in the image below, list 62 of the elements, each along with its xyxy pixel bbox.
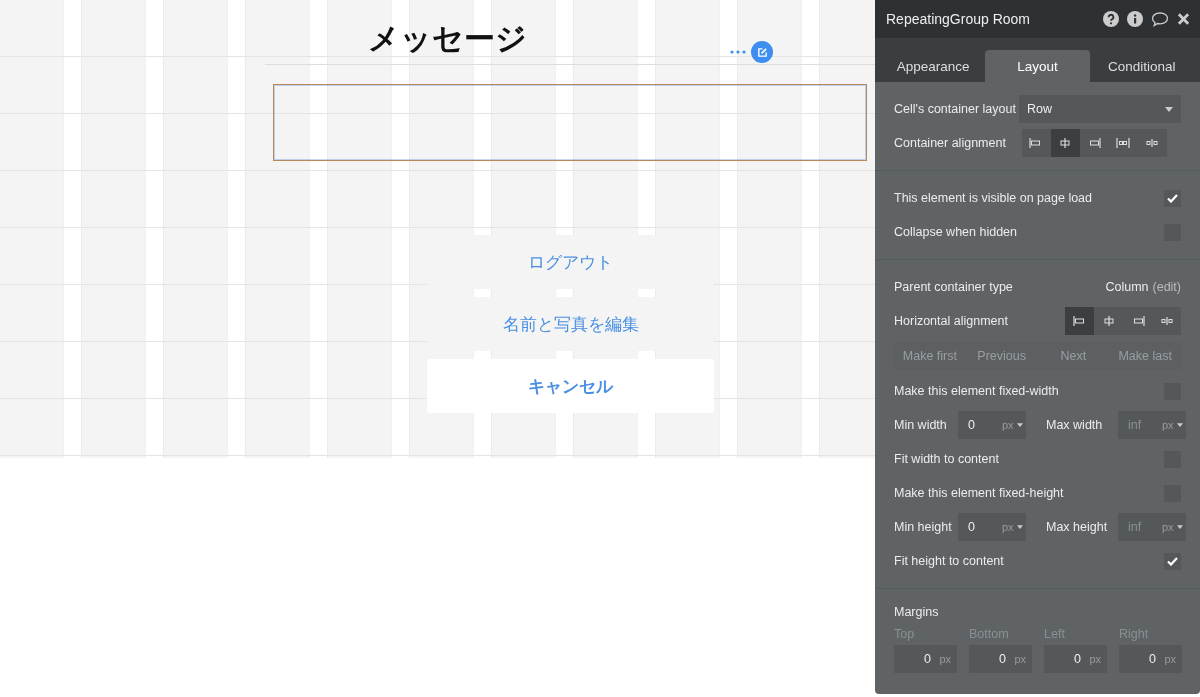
action-button[interactable]: ログアウト [427,235,714,289]
action-button[interactable]: 名前と写真を編集 [427,297,714,351]
tab[interactable]: Appearance [881,50,986,82]
comment-icon[interactable] [1151,11,1169,27]
layout-dropdown[interactable]: Row [1019,95,1181,123]
caret-icon [1165,106,1173,112]
unit-dropdown[interactable]: px [1162,521,1183,533]
field-label: Fit width to content [894,452,999,466]
field-label: Cell's container layout [894,102,1016,116]
caret-icon [1176,423,1183,427]
field-label: Max height [1046,520,1109,534]
edit-link[interactable]: (edit) [1152,280,1181,294]
unit-label: px [1014,653,1026,665]
field-label: Min height [894,520,950,534]
field-label: Fit height to content [894,554,1004,568]
tab[interactable]: Conditional [1089,50,1194,82]
checkbox[interactable] [1164,552,1181,570]
alignment-option[interactable] [1065,307,1094,335]
check-icon [1167,556,1178,566]
alignment-icon [1101,316,1116,326]
field-label: Min width [894,418,948,432]
checkbox[interactable] [1164,189,1181,207]
caret-icon [1016,423,1023,427]
field-label: This element is visible on page load [894,191,1093,205]
field-label: Make this element fixed-height [894,486,1064,500]
field-label: Container alignment [894,136,1006,150]
size-field[interactable]: 0 px [958,411,1026,439]
unit-label: px [1089,653,1101,665]
size-field[interactable]: 0 px [958,513,1026,541]
unit-label: px [1164,653,1176,665]
pencil-icon [756,46,768,58]
caret-icon [1176,525,1183,529]
alignment-option[interactable] [1050,129,1080,157]
help-icon[interactable] [1103,11,1119,27]
field-label: Parent container type [894,280,1013,294]
alignment-icon [1087,138,1102,148]
dropdown-value: Row [1027,102,1052,116]
repeating-group[interactable] [273,84,867,161]
unit-label: px [939,653,951,665]
alignment-icon [1145,138,1160,148]
unit-dropdown[interactable]: px [1002,419,1023,431]
unit-dropdown[interactable]: px [1162,419,1183,431]
field-label: Collapse when hidden [894,225,1017,239]
field-value: Column [1105,280,1149,294]
field-label: Horizontal alignment [894,314,1008,328]
caret-icon [1016,525,1023,529]
alignment-icon [1072,316,1087,326]
field-label: Make this element fixed-width [894,384,1059,398]
unit-dropdown[interactable]: px [1002,521,1023,533]
alignment-icon [1159,316,1174,326]
alignment-icon [1058,138,1073,148]
close-icon[interactable] [1177,11,1190,27]
check-icon [1167,193,1178,203]
field-label: Max width [1046,418,1104,432]
action-button[interactable]: キャンセル [427,359,714,413]
info-icon[interactable] [1127,11,1143,27]
alignment-icon [1116,138,1131,148]
panel-title: RepeatingGroup Room [886,11,1031,27]
more-icon [730,50,746,54]
page-title: メッセージ [368,20,527,58]
section-title: Margins [894,604,940,619]
tab[interactable]: Layout [985,50,1090,82]
